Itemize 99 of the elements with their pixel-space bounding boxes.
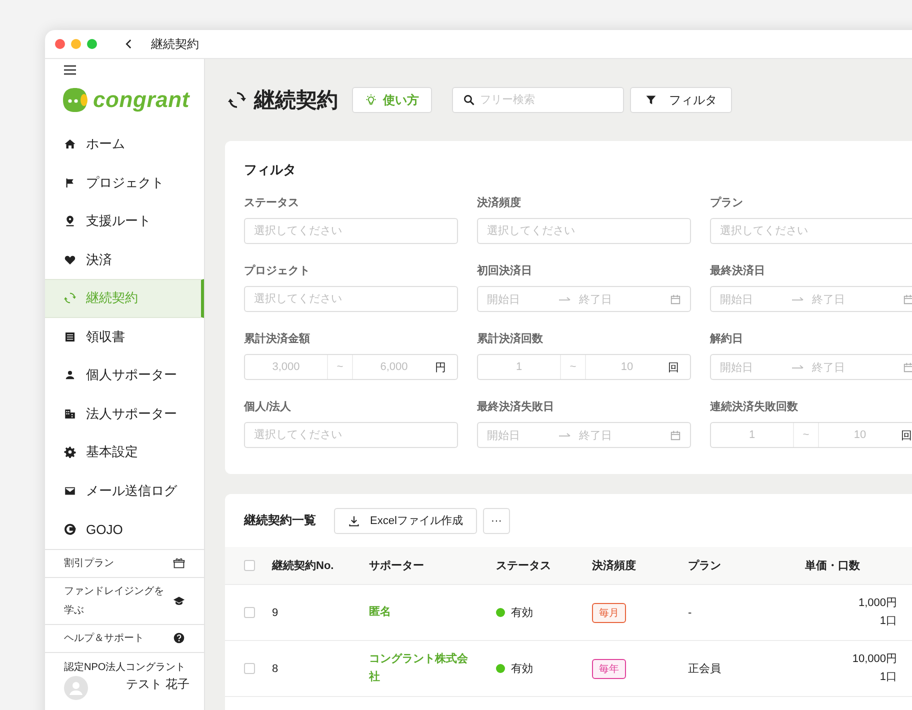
filter-icon bbox=[645, 94, 657, 106]
graduation-cap-icon bbox=[173, 594, 185, 606]
select-field[interactable]: 選択してください bbox=[244, 286, 458, 312]
units-text: 1口 bbox=[880, 670, 897, 684]
nav-item[interactable]: メール送信ログ bbox=[45, 472, 204, 510]
home-icon bbox=[64, 138, 76, 150]
nav-item[interactable]: プロジェクト bbox=[45, 164, 204, 202]
sidebar-link[interactable]: ファンドレイジングを学ぶ bbox=[45, 576, 204, 624]
field-label: 累計決済金額 bbox=[244, 332, 311, 346]
select-field[interactable]: 選択してください bbox=[710, 218, 912, 244]
row-checkbox[interactable] bbox=[244, 607, 255, 618]
price-text: 10,000円 bbox=[852, 652, 897, 667]
number-range-field[interactable]: 1 ~ 10 回 bbox=[710, 422, 912, 448]
number-range-field[interactable]: 1 ~ 10 回 bbox=[477, 354, 691, 380]
mail-icon bbox=[64, 484, 76, 497]
settings-icon bbox=[64, 446, 76, 458]
field-label: プロジェクト bbox=[244, 264, 311, 278]
table-cell-text: 正会員 bbox=[688, 662, 722, 676]
calendar-icon bbox=[670, 430, 681, 440]
nav-item[interactable]: 支援ルート bbox=[45, 202, 204, 240]
filter-button[interactable]: フィルタ bbox=[630, 87, 732, 113]
more-button[interactable]: ··· bbox=[482, 508, 510, 534]
column-header: サポーター bbox=[369, 559, 425, 573]
field-label: ステータス bbox=[244, 196, 300, 210]
heart-icon bbox=[64, 254, 76, 266]
download-icon bbox=[348, 514, 360, 526]
field-label: 解約日 bbox=[710, 332, 744, 346]
nav-item[interactable]: 決済 bbox=[45, 240, 204, 279]
status-text: 有効 bbox=[511, 606, 533, 620]
calendar-icon bbox=[903, 294, 912, 304]
table-cell-text: 9 bbox=[272, 606, 280, 618]
window-title: 継続契約 bbox=[151, 36, 199, 52]
column-header: ステータス bbox=[496, 559, 552, 573]
gift-icon bbox=[173, 557, 185, 569]
field-label: 累計決済回数 bbox=[477, 332, 544, 346]
map-pin-icon bbox=[64, 215, 76, 228]
person-icon bbox=[64, 369, 76, 382]
status-text: 有効 bbox=[511, 662, 533, 676]
table-title: 継続契約一覧 bbox=[244, 512, 316, 529]
frequency-tag: 毎月 bbox=[592, 602, 626, 622]
field-label: プラン bbox=[710, 196, 744, 210]
minimize-window-button[interactable] bbox=[71, 39, 81, 49]
nav-item[interactable]: 基本設定 bbox=[45, 433, 204, 472]
units-text: 1口 bbox=[880, 614, 897, 628]
maximize-window-button[interactable] bbox=[87, 39, 97, 49]
page-title: 継続契約 bbox=[254, 88, 338, 114]
number-range-field[interactable]: 3,000 ~ 6,000 円 bbox=[244, 354, 458, 380]
select-all-checkbox[interactable] bbox=[244, 560, 255, 571]
row-checkbox[interactable] bbox=[244, 663, 255, 674]
close-window-button[interactable] bbox=[55, 39, 65, 49]
list-icon bbox=[64, 330, 76, 343]
arrow-icon bbox=[559, 432, 571, 438]
field-label: 初回決済日 bbox=[477, 264, 533, 278]
nav-item[interactable]: 個人サポーター bbox=[45, 356, 204, 394]
column-header: 決済頻度 bbox=[592, 558, 637, 573]
column-header: 継続契約No. bbox=[272, 558, 335, 573]
logo-icon bbox=[61, 86, 89, 114]
select-field[interactable]: 選択してください bbox=[477, 218, 691, 244]
search-icon bbox=[463, 94, 475, 106]
column-header: プラン bbox=[688, 558, 722, 573]
flag-icon bbox=[64, 176, 76, 189]
g-logo-icon bbox=[64, 523, 76, 536]
sidebar-link[interactable]: 割引プラン bbox=[45, 548, 204, 576]
nav-item[interactable]: GOJO bbox=[45, 510, 204, 548]
building-icon bbox=[64, 408, 76, 420]
help-icon bbox=[173, 632, 185, 644]
nav-item[interactable]: 法人サポーター bbox=[45, 394, 204, 433]
field-label: 個人/法人 bbox=[244, 400, 292, 414]
field-label: 決済頻度 bbox=[477, 196, 522, 210]
avatar-icon bbox=[64, 676, 88, 700]
arrow-icon bbox=[792, 364, 804, 370]
field-label: 連続決済失敗回数 bbox=[710, 400, 799, 414]
menu-icon[interactable] bbox=[64, 65, 76, 75]
sync-icon bbox=[228, 91, 246, 109]
organization-name: 認定NPO法人コングラント bbox=[64, 660, 187, 674]
export-button[interactable]: Excelファイル作成 bbox=[334, 508, 477, 534]
arrow-icon bbox=[792, 296, 804, 302]
price-text: 1,000円 bbox=[858, 596, 897, 611]
lightbulb-icon bbox=[365, 94, 377, 106]
logo-text: congrant bbox=[93, 87, 190, 113]
select-field[interactable]: 選択してください bbox=[244, 218, 458, 244]
table-cell-text: - bbox=[688, 606, 693, 618]
sidebar-link[interactable]: ヘルプ＆サポート bbox=[45, 624, 204, 652]
nav-item[interactable]: 領収書 bbox=[45, 318, 204, 356]
select-field[interactable]: 選択してください bbox=[244, 422, 458, 448]
table-cell-text: 8 bbox=[272, 662, 280, 674]
field-label: 最終決済日 bbox=[710, 264, 766, 278]
nav-item[interactable]: ホーム bbox=[45, 125, 204, 164]
calendar-icon bbox=[670, 294, 681, 304]
arrow-icon bbox=[559, 296, 571, 302]
back-icon[interactable] bbox=[125, 38, 133, 50]
user-name: テスト 花子 bbox=[126, 676, 190, 692]
sync-icon bbox=[64, 292, 76, 304]
frequency-tag: 毎年 bbox=[592, 658, 626, 678]
search-field[interactable]: フリー検索 bbox=[452, 87, 624, 113]
column-header: 単価・口数 bbox=[805, 559, 861, 573]
filter-panel-title: フィルタ bbox=[244, 161, 296, 179]
field-label: 最終決済失敗日 bbox=[477, 400, 555, 414]
calendar-icon bbox=[903, 362, 912, 372]
